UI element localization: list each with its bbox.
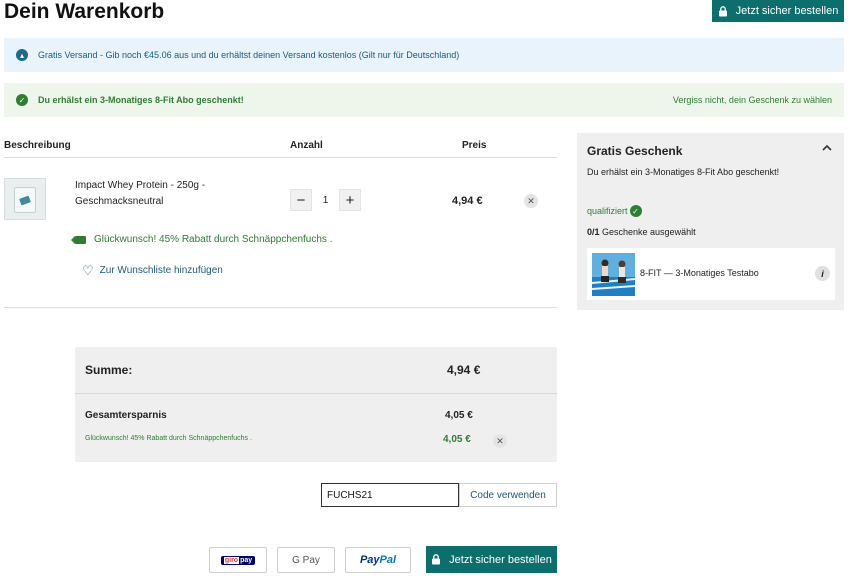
gift-selection-count: 0/1 Geschenke ausgewählt [587,227,696,237]
remove-item-icon[interactable]: ✕ [524,194,538,208]
summary-total-row [75,347,557,394]
gift-panel-description: Du erhälst ein 3-Monatiges 8-Fit Abo ges… [587,167,780,177]
checkout-button-top[interactable]: Jetzt sicher bestellen [712,0,844,22]
gift-count-value: 0/1 [587,227,600,237]
gift-option-image [592,253,635,296]
check-circle-icon: ✓ [629,205,642,217]
giropay-logo: giro pay [220,555,256,565]
page-title: Dein Warenkorb [4,0,165,23]
qualified-status: qualifiziert ✓ [587,205,642,217]
paypal-button[interactable]: Pay Pal [345,547,411,573]
column-header-description: Beschreibung [4,140,71,151]
chevron-up-icon[interactable] [821,142,833,154]
product-name-link[interactable]: Impact Whey Protein - 250g - Geschmacksn… [75,178,245,210]
checkout-button-bottom[interactable]: Jetzt sicher bestellen [426,546,557,573]
savings-label: Gesamtersparnis [85,410,167,421]
gift-banner-text: Du erhälst ein 3-Monatiges 8-Fit Abo ges… [38,95,244,105]
heart-icon: ♡ [82,263,94,278]
promo-discount-text: Glückwunsch! 45% Rabatt durch Schnäppche… [85,435,252,442]
lock-icon [432,554,441,565]
header-divider [4,157,557,158]
item-divider [4,307,557,308]
google-pay-button[interactable]: G Pay [277,547,335,573]
paypal-logo-pay: Pay [359,554,380,566]
gift-banner: ✓ Du erhälst ein 3-Monatiges 8-Fit Abo g… [4,83,844,117]
tag-icon [71,235,86,244]
choose-gift-link[interactable]: Vergiss nicht, dein Geschenk zu wählen [673,95,832,105]
summary-total-value: 4,94 € [447,363,481,377]
savings-value: 4,05 € [445,410,473,421]
quantity-value[interactable]: 1 [312,189,339,211]
gift-panel-title: Gratis Geschenk [587,144,683,158]
paypal-logo-pal: Pal [379,554,397,566]
summary-total-label: Summe: [85,363,133,377]
gift-panel: Gratis Geschenk Du erhälst ein 3-Monatig… [577,133,844,310]
column-header-quantity: Anzahl [290,140,323,151]
promo-code-input[interactable] [321,483,459,507]
giropay-button[interactable]: giro pay [209,547,267,573]
product-image[interactable] [4,178,46,220]
remove-promo-icon[interactable]: ✕ [493,434,507,448]
shipping-banner: ▴ Gratis Versand - Gib noch €45.06 aus u… [4,38,844,72]
quantity-decrease-button[interactable]: − [290,189,312,211]
gift-option[interactable]: 8-FIT — 3-Monatiges Testabo i [587,248,835,300]
info-icon[interactable]: i [815,266,830,281]
discount-note-text: Glückwunsch! 45% Rabatt durch Schnäppche… [94,234,333,245]
gift-count-label: Geschenke ausgewählt [599,227,696,237]
discount-note: Glückwunsch! 45% Rabatt durch Schnäppche… [71,234,333,245]
shipping-banner-text: Gratis Versand - Gib noch €45.06 aus und… [38,50,460,60]
promo-discount-value: 4,05 € [443,434,471,445]
apply-code-button[interactable]: Code verwenden [459,483,557,507]
truck-icon: ▴ [16,49,28,61]
order-summary: Summe: 4,94 € Gesamtersparnis 4,05 € Glü… [75,347,557,462]
column-header-price: Preis [462,140,487,151]
quantity-increase-button[interactable]: + [339,189,361,211]
item-price: 4,94 € [452,195,483,207]
checkout-button-label: Jetzt sicher bestellen [735,5,839,17]
qualified-label: qualifiziert [587,206,628,216]
wishlist-label: Zur Wunschliste hinzufügen [99,265,223,276]
checkout-button-label: Jetzt sicher bestellen [449,553,552,566]
lock-icon [718,5,727,16]
gift-option-label: 8-FIT — 3-Monatiges Testabo [640,268,759,278]
add-to-wishlist-link[interactable]: ♡ Zur Wunschliste hinzufügen [82,264,223,277]
check-circle-icon: ✓ [16,94,28,106]
